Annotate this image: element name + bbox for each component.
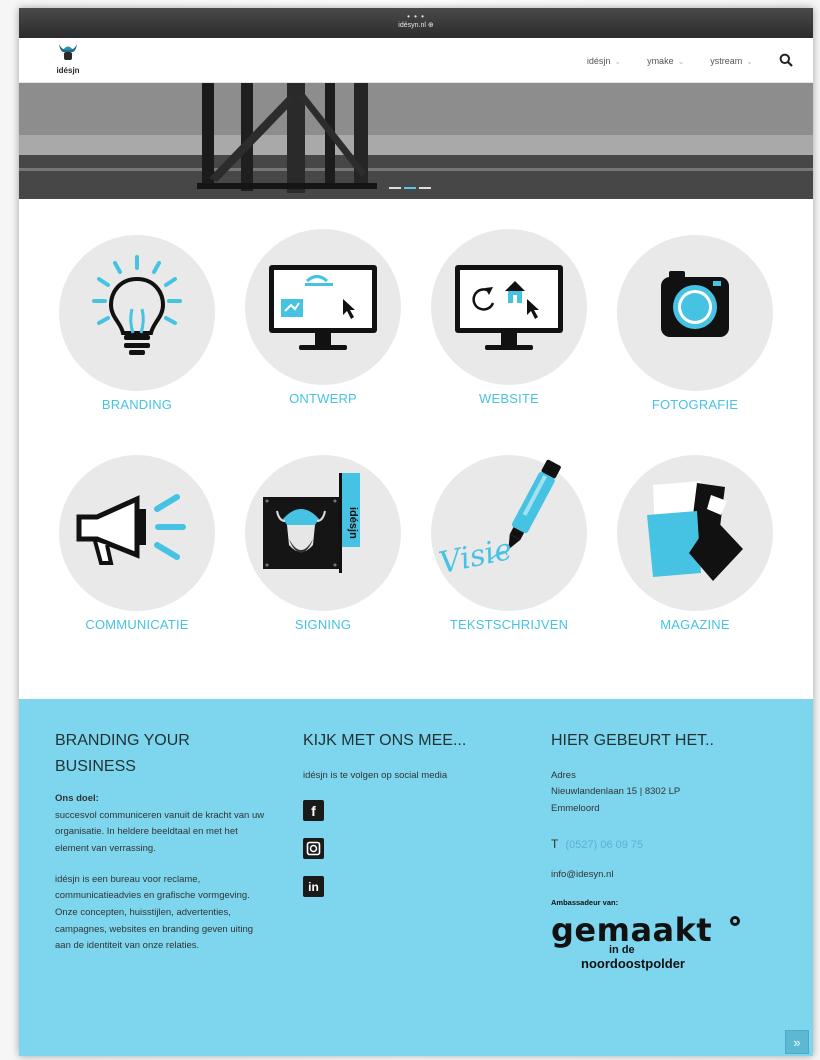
service-label: MAGAZINE: [660, 617, 730, 632]
footer-col-social: KIJK MET ONS MEE... idésjn is te volgen …: [303, 728, 523, 914]
megaphone-icon: [76, 494, 186, 565]
service-circle: [245, 229, 401, 385]
search-icon[interactable]: [779, 53, 795, 69]
service-circle: [59, 235, 215, 391]
pier-image: [19, 83, 813, 199]
service-tekstschrijven[interactable]: Visie TEKSTSCHRIJVEN: [429, 455, 589, 632]
footer-heading: KIJK MET ONS MEE...: [303, 732, 467, 749]
service-circle: [617, 235, 773, 391]
service-signing[interactable]: idésjn SIGNING: [243, 455, 403, 632]
slider-dots[interactable]: [389, 187, 431, 189]
monitor-website-icon: [455, 265, 563, 350]
site-footer: BRANDING YOUR BUSINESS Ons doel: succesv…: [19, 699, 813, 1056]
browser-window: • • • idésyn.nl ⊕ idésjn idésjn ⌄ ymake ⌄ …: [19, 8, 813, 1056]
nav-item-label: ymake: [647, 56, 674, 66]
footer-heading: BRANDING YOUR BUSINESS: [55, 732, 190, 775]
email-link[interactable]: info@idesyn.nl: [551, 869, 771, 880]
gemaakt-sub1: in de: [609, 944, 635, 957]
goal-text: succesvol communiceren vanuit de kracht …: [55, 809, 265, 855]
page-background: • • • idésyn.nl ⊕ idésjn idésjn ⌄ ymake ⌄ …: [0, 0, 820, 1060]
linkedin-icon[interactable]: in: [303, 876, 324, 898]
nav-item-idesjn[interactable]: idésjn ⌄: [587, 56, 621, 66]
main-nav: idésjn ⌄ ymake ⌄ ystream ⌄: [561, 53, 795, 69]
service-communicatie[interactable]: COMMUNICATIE: [57, 455, 217, 632]
nav-item-label: ystream: [710, 56, 743, 66]
site-header: idésjn idésjn ⌄ ymake ⌄ ystream ⌄: [19, 38, 813, 83]
service-circle: [431, 229, 587, 385]
phone-link[interactable]: (0527) 06 09 75: [565, 839, 643, 851]
linkedin-glyph: in: [308, 879, 319, 894]
chevron-down-icon: ⌄: [614, 57, 622, 66]
papers-icon: [647, 481, 743, 581]
phone-prefix: T: [551, 837, 559, 852]
services-grid: BRANDING ONTWERP WEBSITE FOTOGRAFIE COMM…: [19, 199, 813, 694]
nav-item-ymake[interactable]: ymake ⌄: [647, 56, 684, 66]
address-label: Adres: [551, 769, 576, 781]
phone-row: T (0527) 06 09 75: [551, 837, 771, 851]
lightbulb-icon: [92, 255, 182, 355]
service-magazine[interactable]: MAGAZINE: [615, 455, 775, 632]
address-line1: Nieuwlandenlaan 15 | 8302 LP: [551, 786, 681, 798]
scroll-to-top-button[interactable]: »: [785, 1030, 809, 1054]
service-circle: Visie: [431, 455, 587, 611]
monitor-design-icon: [269, 265, 377, 350]
footer-heading: HIER GEBEURT HET..: [551, 732, 714, 749]
logo-text: idésjn: [56, 66, 80, 75]
site-logo[interactable]: idésjn: [55, 42, 81, 75]
facebook-icon[interactable]: f: [303, 800, 324, 822]
service-fotografie[interactable]: FOTOGRAFIE: [615, 235, 775, 412]
social-links: f in: [303, 800, 523, 898]
service-label: BRANDING: [101, 397, 173, 412]
footer-col-branding: BRANDING YOUR BUSINESS Ons doel: succesv…: [55, 728, 265, 955]
hero-banner: [19, 83, 813, 199]
browser-dots: • • •: [407, 12, 425, 21]
service-website[interactable]: WEBSITE: [429, 229, 589, 406]
service-label: WEBSITE: [479, 391, 539, 406]
service-label: SIGNING: [294, 617, 352, 632]
service-circle: [617, 455, 773, 611]
service-circle: idésjn: [245, 455, 401, 611]
slider-dot[interactable]: [389, 187, 401, 189]
facebook-glyph: f: [311, 802, 316, 819]
instagram-icon[interactable]: [303, 838, 324, 860]
gemaakt-sub2: noordoostpolder: [581, 956, 685, 972]
pen-icon: [490, 459, 561, 560]
service-label: ONTWERP: [289, 391, 357, 406]
slider-dot[interactable]: [419, 187, 431, 189]
camera-icon: [661, 271, 729, 337]
browser-title-bar: • • • idésyn.nl ⊕: [19, 8, 813, 38]
nav-item-ystream[interactable]: ystream ⌄: [710, 56, 753, 66]
flag-text: idésjn: [347, 507, 359, 539]
social-text: idésjn is te volgen op social media: [303, 769, 448, 781]
browser-title: idésyn.nl ⊕: [398, 21, 434, 29]
slider-dot-active[interactable]: [404, 187, 416, 189]
service-label: TEKSTSCHRIJVEN: [449, 617, 569, 632]
service-label: COMMUNICATIE: [85, 617, 189, 632]
flag-sign-icon: [263, 473, 360, 573]
footer-col-contact: HIER GEBEURT HET.. Adres Nieuwlandenlaan…: [551, 728, 771, 973]
goal-label: Ons doel:: [55, 793, 99, 805]
nav-item-label: idésjn: [586, 56, 611, 66]
chevron-down-icon: ⌄: [677, 57, 685, 66]
ambassador-label: Ambassadeur van:: [551, 898, 619, 908]
service-circle: [59, 455, 215, 611]
service-label: FOTOGRAFIE: [651, 397, 739, 412]
service-branding[interactable]: BRANDING: [57, 235, 217, 412]
service-ontwerp[interactable]: ONTWERP: [243, 229, 403, 406]
chevron-down-icon: ⌄: [746, 57, 753, 66]
about-text: idésjn is een bureau voor reclame, commu…: [55, 873, 254, 952]
gemaakt-logo[interactable]: gemaakt in de noordoostpolder: [551, 911, 751, 973]
address-line2: Emmeloord: [551, 802, 600, 814]
copyright-mark-icon: [730, 916, 740, 927]
viking-logo-icon: [59, 44, 77, 60]
